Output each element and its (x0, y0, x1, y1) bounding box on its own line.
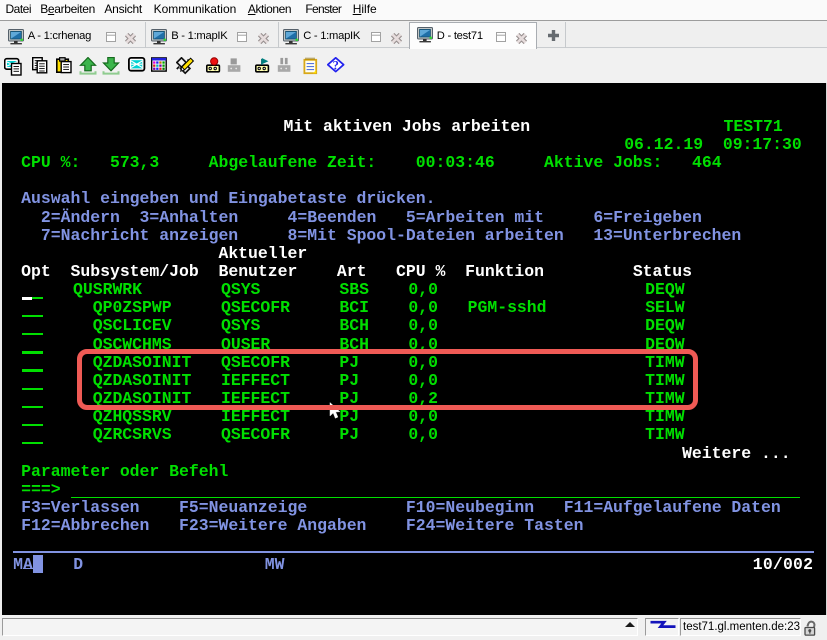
svg-text:?: ? (333, 58, 339, 72)
